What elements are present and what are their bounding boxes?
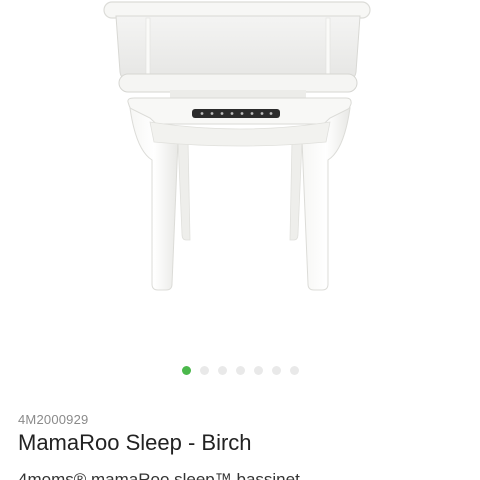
product-sku: 4M2000929 [18, 412, 89, 427]
carousel-dot[interactable] [253, 366, 263, 375]
carousel-dot[interactable] [235, 366, 245, 375]
product-image[interactable] [0, 0, 480, 350]
image-carousel-dots [0, 366, 480, 375]
bassinet-illustration [103, 1, 371, 291]
product-title: MamaRoo Sleep - Birch [18, 430, 252, 455]
carousel-dot[interactable] [217, 366, 227, 375]
carousel-dot[interactable] [181, 366, 191, 375]
carousel-dot[interactable] [289, 366, 299, 375]
product-page: 4M2000929 MamaRoo Sleep - Birch 4moms® m… [0, 0, 480, 480]
carousel-dot[interactable] [271, 366, 281, 375]
product-description: 4moms® mamaRoo sleep™ bassinet... [18, 470, 314, 480]
carousel-dot[interactable] [199, 366, 209, 375]
